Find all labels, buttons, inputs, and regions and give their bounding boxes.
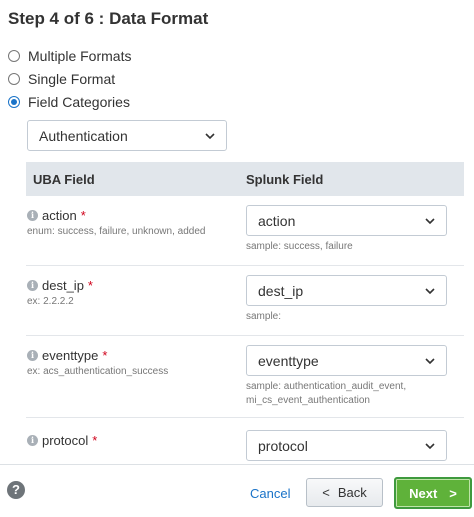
uba-field-description: enum: success, failure, unknown, added [27,226,206,237]
uba-field-label: protocol [42,433,89,448]
info-icon[interactable]: i [27,350,38,361]
splunk-field-value: eventtype [258,352,319,369]
chevron-down-icon [424,215,436,227]
radio-field-categories[interactable]: Field Categories [8,94,130,110]
uba-field-label: dest_ip [42,278,84,293]
category-select-value: Authentication [39,127,128,144]
chevron-down-icon [424,285,436,297]
radio-icon[interactable] [8,73,20,85]
table-header: UBA Field Splunk Field [26,162,464,196]
splunk-field-value: action [258,212,296,229]
uba-field-label: eventtype [42,348,99,363]
back-arrow-icon: < [322,485,330,500]
info-icon[interactable]: i [27,210,38,221]
splunk-sample-text: sample: [246,311,282,322]
splunk-field-select[interactable]: eventtype [246,345,447,376]
table-row: i dest_ip * ex: 2.2.2.2 dest_ip sample: [26,266,464,336]
splunk-sample-text: sample: success, failure [246,241,353,252]
footer-divider [0,464,474,465]
next-button[interactable]: Next > [394,477,472,509]
splunk-field-value: dest_ip [258,282,304,299]
radio-label: Multiple Formats [28,48,132,64]
uba-field-name: i action * [27,208,86,223]
radio-icon[interactable] [8,50,20,62]
chevron-down-icon [424,355,436,367]
uba-field-name: i eventtype * [27,348,107,363]
back-button-label: Back [337,485,367,500]
radio-label: Field Categories [28,94,130,110]
splunk-field-value: protocol [258,437,308,454]
radio-multiple-formats[interactable]: Multiple Formats [8,48,131,64]
radio-label: Single Format [28,71,116,87]
info-icon[interactable]: i [27,435,38,446]
chevron-down-icon [424,440,436,452]
uba-field-description: ex: 2.2.2.2 [27,296,74,307]
wizard-step-panel: Step 4 of 6 : Data Format Multiple Forma… [0,0,474,517]
splunk-field-select[interactable]: protocol [246,430,447,461]
uba-field-label: action [42,208,77,223]
uba-field-description: ex: acs_authentication_success [27,366,169,377]
radio-single-format[interactable]: Single Format [8,71,115,87]
required-marker: * [80,208,86,223]
page-title: Step 4 of 6 : Data Format [8,9,209,28]
cancel-button[interactable]: Cancel [250,486,290,501]
uba-field-name: i dest_ip * [27,278,93,293]
table-row: i eventtype * ex: acs_authentication_suc… [26,336,464,418]
question-icon[interactable]: ? [7,481,25,499]
radio-icon[interactable] [8,96,20,108]
back-button[interactable]: < Back [306,478,383,507]
info-icon[interactable]: i [27,280,38,291]
required-marker: * [92,433,98,448]
column-header-splunk-field: Splunk Field [246,172,324,187]
required-marker: * [87,278,93,293]
category-select[interactable]: Authentication [27,120,227,151]
table-row: i action * enum: success, failure, unkno… [26,196,464,266]
splunk-field-select[interactable]: dest_ip [246,275,447,306]
table-row: i protocol * protocol [26,418,464,464]
chevron-down-icon [204,130,216,142]
required-marker: * [102,348,108,363]
field-mapping-table: UBA Field Splunk Field i action * enum: … [26,162,464,464]
splunk-field-select[interactable]: action [246,205,447,236]
column-header-uba-field: UBA Field [33,172,95,187]
splunk-sample-text: sample: authentication_audit_event, mi_c… [246,381,407,406]
uba-field-name: i protocol * [27,433,97,448]
next-button-label: Next [409,485,438,501]
next-arrow-icon: > [449,485,457,501]
